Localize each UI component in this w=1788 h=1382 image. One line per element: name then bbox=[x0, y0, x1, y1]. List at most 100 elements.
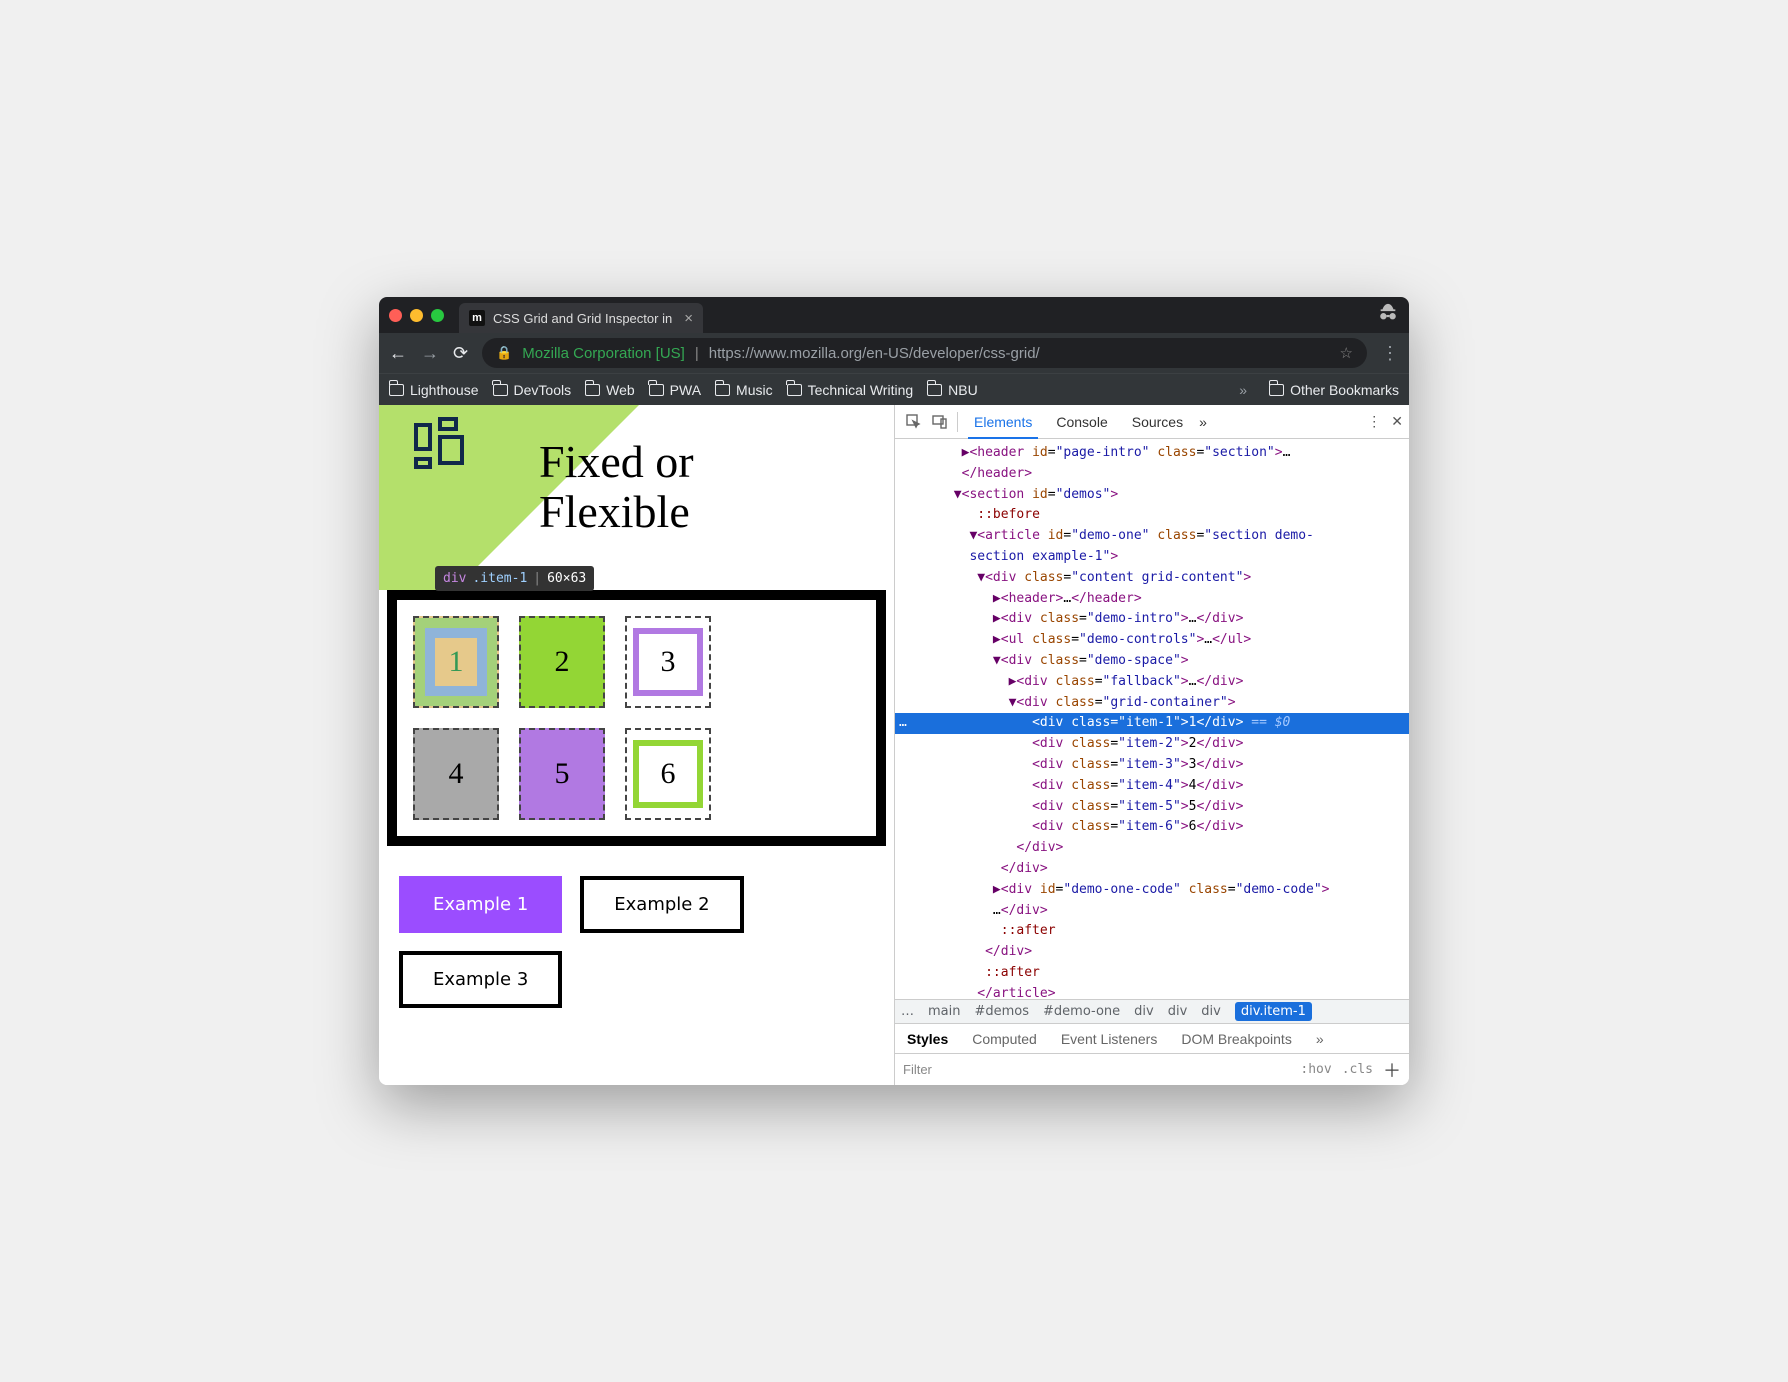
dom-tree[interactable]: ▶<header id="page-intro" class="section"… bbox=[895, 439, 1409, 999]
bookmark-item[interactable]: NBU bbox=[927, 382, 978, 398]
cls-toggle[interactable]: .cls bbox=[1342, 1062, 1373, 1077]
browser-tab[interactable]: m CSS Grid and Grid Inspector in × bbox=[459, 303, 703, 333]
back-button[interactable]: ← bbox=[389, 343, 407, 364]
content-split: Fixed or Flexible div.item-1 | 60×63 1 2… bbox=[379, 405, 1409, 1085]
devtools-tab-elements[interactable]: Elements bbox=[962, 405, 1044, 438]
grid-item-inner: 6 bbox=[633, 740, 703, 808]
devtools-tabs-overflow-icon[interactable]: » bbox=[1199, 414, 1207, 430]
grid-item-5[interactable]: 5 bbox=[519, 728, 605, 820]
device-toolbar-icon[interactable] bbox=[927, 414, 953, 430]
close-window-button[interactable] bbox=[389, 309, 402, 322]
grid-item-6[interactable]: 6 bbox=[625, 728, 711, 820]
hov-toggle[interactable]: :hov bbox=[1300, 1062, 1331, 1077]
bookmark-label: Music bbox=[736, 382, 773, 398]
folder-icon bbox=[649, 384, 664, 396]
styles-filter-bar: Filter :hov .cls ＋ bbox=[895, 1053, 1409, 1085]
styles-tabs-overflow-icon[interactable]: » bbox=[1304, 1024, 1336, 1053]
styles-tab-listeners[interactable]: Event Listeners bbox=[1049, 1024, 1170, 1053]
devtools-close-icon[interactable]: ✕ bbox=[1391, 413, 1403, 430]
folder-icon bbox=[493, 384, 508, 396]
grid-item-1[interactable]: 1 bbox=[413, 616, 499, 708]
tooltip-tag: div bbox=[443, 572, 466, 585]
browser-window: m CSS Grid and Grid Inspector in × ← → ⟳… bbox=[379, 297, 1409, 1085]
bookmark-label: Web bbox=[606, 382, 635, 398]
address-bar[interactable]: 🔒 Mozilla Corporation [US] | https://www… bbox=[482, 338, 1367, 368]
crumb[interactable]: … bbox=[901, 1005, 914, 1018]
example-button-1[interactable]: Example 1 bbox=[399, 876, 562, 933]
devtools-panel: Elements Console Sources » ⋮ ✕ ▶<header … bbox=[894, 405, 1409, 1085]
crumb[interactable]: #demo-one bbox=[1043, 1005, 1120, 1018]
close-tab-icon[interactable]: × bbox=[684, 310, 693, 327]
grid-item-inner: 3 bbox=[633, 628, 703, 696]
incognito-icon bbox=[1377, 302, 1399, 329]
folder-icon bbox=[1269, 384, 1284, 396]
bookmark-star-icon[interactable]: ☆ bbox=[1340, 344, 1353, 362]
nav-toolbar: ← → ⟳ 🔒 Mozilla Corporation [US] | https… bbox=[379, 333, 1409, 373]
tab-title: CSS Grid and Grid Inspector in bbox=[493, 311, 672, 326]
other-bookmarks[interactable]: Other Bookmarks bbox=[1269, 382, 1399, 398]
folder-icon bbox=[715, 384, 730, 396]
styles-tab-styles[interactable]: Styles bbox=[895, 1024, 960, 1053]
bookmark-item[interactable]: Lighthouse bbox=[389, 382, 479, 398]
crumb[interactable]: main bbox=[928, 1005, 960, 1018]
new-style-rule-icon[interactable]: ＋ bbox=[1383, 1057, 1401, 1083]
tooltip-dimensions: 60×63 bbox=[547, 572, 586, 585]
page-heading: Fixed or Flexible bbox=[539, 437, 694, 536]
devtools-settings-icon[interactable]: ⋮ bbox=[1367, 413, 1381, 430]
crumb-active[interactable]: div.item-1 bbox=[1235, 1002, 1312, 1021]
folder-icon bbox=[585, 384, 600, 396]
traffic-lights bbox=[389, 309, 444, 322]
bookmark-label: NBU bbox=[948, 382, 978, 398]
bookmark-label: Technical Writing bbox=[808, 382, 914, 398]
crumb[interactable]: #demos bbox=[974, 1005, 1029, 1018]
styles-tab-breakpoints[interactable]: DOM Breakpoints bbox=[1169, 1024, 1303, 1053]
styles-filter-input[interactable]: Filter bbox=[903, 1062, 932, 1077]
folder-icon bbox=[389, 384, 404, 396]
devtools-tab-console[interactable]: Console bbox=[1044, 405, 1119, 438]
bookmark-label: DevTools bbox=[514, 382, 572, 398]
tooltip-class: .item-1 bbox=[472, 572, 527, 585]
example-buttons: Example 1 Example 2 Example 3 bbox=[379, 846, 894, 1038]
lock-icon: 🔒 bbox=[496, 345, 512, 361]
bookmark-item[interactable]: Technical Writing bbox=[787, 382, 914, 398]
crumb[interactable]: div bbox=[1134, 1005, 1154, 1018]
grid-demo: div.item-1 | 60×63 1 2 3 4 5 6 bbox=[387, 590, 886, 846]
grid-item-4[interactable]: 4 bbox=[413, 728, 499, 820]
maximize-window-button[interactable] bbox=[431, 309, 444, 322]
devtools-tabbar: Elements Console Sources » ⋮ ✕ bbox=[895, 405, 1409, 439]
grid-logo-icon bbox=[414, 417, 469, 472]
bookmark-item[interactable]: PWA bbox=[649, 382, 701, 398]
example-button-3[interactable]: Example 3 bbox=[399, 951, 562, 1008]
reload-button[interactable]: ⟳ bbox=[453, 343, 468, 364]
styles-tab-computed[interactable]: Computed bbox=[960, 1024, 1049, 1053]
page-hero: Fixed or Flexible bbox=[379, 405, 894, 590]
styles-tabbar: Styles Computed Event Listeners DOM Brea… bbox=[895, 1023, 1409, 1053]
breadcrumb: … main #demos #demo-one div div div div.… bbox=[895, 999, 1409, 1023]
inspect-element-icon[interactable] bbox=[901, 414, 927, 430]
folder-icon bbox=[927, 384, 942, 396]
browser-menu-button[interactable]: ⋮ bbox=[1381, 343, 1399, 364]
page-viewport: Fixed or Flexible div.item-1 | 60×63 1 2… bbox=[379, 405, 894, 1085]
element-tooltip: div.item-1 | 60×63 bbox=[435, 566, 594, 591]
crumb[interactable]: div bbox=[1201, 1005, 1221, 1018]
bookmark-item[interactable]: Music bbox=[715, 382, 773, 398]
bookmark-label: Lighthouse bbox=[410, 382, 479, 398]
grid-item-2[interactable]: 2 bbox=[519, 616, 605, 708]
bookmarks-bar: Lighthouse DevTools Web PWA Music Techni… bbox=[379, 373, 1409, 405]
dom-selected-node[interactable]: … <div class="item-1">1</div> == $0 bbox=[895, 713, 1409, 734]
crumb[interactable]: div bbox=[1168, 1005, 1188, 1018]
bookmarks-overflow-icon[interactable]: » bbox=[1239, 382, 1247, 398]
folder-icon bbox=[787, 384, 802, 396]
minimize-window-button[interactable] bbox=[410, 309, 423, 322]
bookmark-label: Other Bookmarks bbox=[1290, 382, 1399, 398]
demo-area: div.item-1 | 60×63 1 2 3 4 5 6 bbox=[379, 590, 894, 846]
devtools-tab-sources[interactable]: Sources bbox=[1120, 405, 1195, 438]
url-separator: | bbox=[695, 345, 699, 362]
bookmark-item[interactable]: Web bbox=[585, 382, 635, 398]
forward-button[interactable]: → bbox=[421, 343, 439, 364]
titlebar: m CSS Grid and Grid Inspector in × bbox=[379, 297, 1409, 333]
grid-item-3[interactable]: 3 bbox=[625, 616, 711, 708]
url-path: https://www.mozilla.org/en-US/developer/… bbox=[709, 345, 1040, 362]
bookmark-item[interactable]: DevTools bbox=[493, 382, 572, 398]
example-button-2[interactable]: Example 2 bbox=[580, 876, 743, 933]
